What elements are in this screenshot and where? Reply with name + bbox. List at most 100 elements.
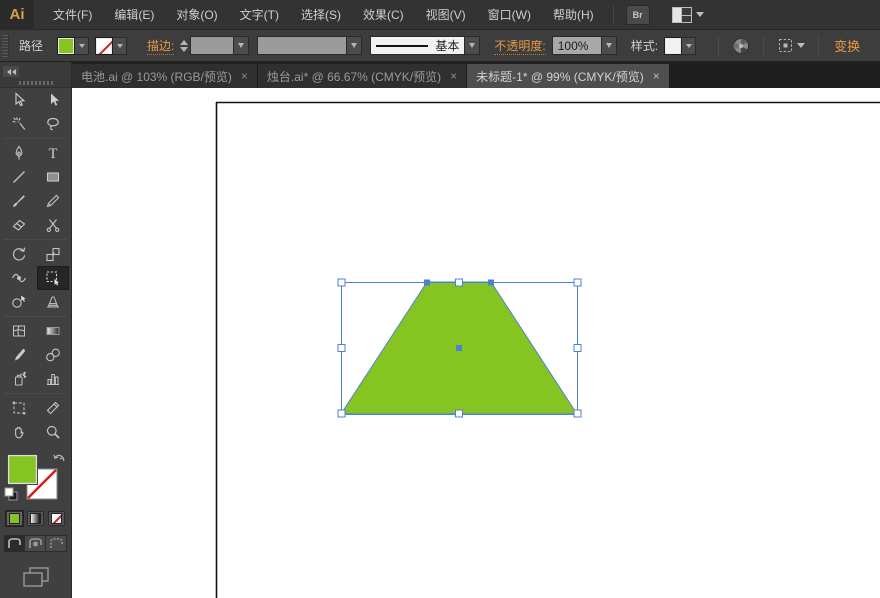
gradient-icon: [45, 323, 61, 339]
artboard-tool[interactable]: [3, 396, 35, 420]
recolor-artwork-button[interactable]: [732, 37, 750, 55]
stroke-weight-value: [191, 37, 233, 54]
control-bar: 路径 描边: 基本 不透明度: 100%: [0, 30, 880, 62]
stroke-weight-stepper[interactable]: [180, 40, 188, 52]
graphic-style-dropdown[interactable]: [682, 37, 696, 55]
stepper-up-icon[interactable]: [180, 40, 188, 45]
symbol-sprayer-tool[interactable]: [3, 367, 35, 391]
eraser-tool[interactable]: [3, 213, 35, 237]
paintbrush-tool[interactable]: [3, 189, 35, 213]
document-area: 电池.ai @ 103% (RGB/预览) × 烛台.ai* @ 66.67% …: [72, 62, 880, 598]
brush-definition-dropdown[interactable]: [346, 37, 361, 54]
menu-bar: Ai 文件(F) 编辑(E) 对象(O) 文字(T) 选择(S) 效果(C) 视…: [0, 0, 880, 30]
menu-select[interactable]: 选择(S): [290, 0, 352, 30]
gradient-button[interactable]: [27, 511, 44, 526]
canvas[interactable]: [72, 88, 880, 598]
color-button[interactable]: [6, 511, 23, 526]
stroke-color-dropdown[interactable]: [113, 37, 127, 55]
none-button[interactable]: [48, 511, 65, 526]
stroke-panel-link[interactable]: 描边:: [147, 37, 174, 55]
menu-type[interactable]: 文字(T): [229, 0, 290, 30]
fill-color-dropdown[interactable]: [75, 37, 89, 55]
menu-object[interactable]: 对象(O): [165, 0, 228, 30]
align-options-button[interactable]: [777, 37, 805, 54]
menu-view[interactable]: 视图(V): [415, 0, 477, 30]
menu-file[interactable]: 文件(F): [42, 0, 103, 30]
selection-tool[interactable]: [3, 88, 35, 112]
selection-arrow-icon: [11, 92, 27, 108]
style-label: 样式:: [631, 37, 658, 54]
stroke-none-swatch[interactable]: [95, 37, 113, 55]
mesh-tool[interactable]: [3, 319, 35, 343]
graphic-style-swatch[interactable]: [664, 37, 682, 55]
zoom-tool[interactable]: [37, 420, 69, 444]
lasso-tool[interactable]: [37, 112, 69, 136]
opacity-combo[interactable]: 100%: [552, 36, 617, 55]
draw-inside-button[interactable]: [46, 535, 67, 552]
menu-help[interactable]: 帮助(H): [542, 0, 605, 30]
fill-color-control[interactable]: [57, 36, 89, 56]
perspective-grid-tool[interactable]: [37, 290, 69, 314]
tools-panel: T: [0, 62, 72, 598]
swap-fill-stroke-icon[interactable]: [54, 455, 64, 461]
scale-tool[interactable]: [37, 242, 69, 266]
pen-tool[interactable]: [3, 141, 35, 165]
rectangle-tool[interactable]: [37, 165, 69, 189]
stroke-weight-dropdown[interactable]: [233, 37, 248, 54]
pencil-tool[interactable]: [37, 189, 69, 213]
panel-grip-icon[interactable]: [2, 35, 9, 57]
panel-drag-grip[interactable]: [19, 81, 53, 85]
menu-window[interactable]: 窗口(W): [477, 0, 542, 30]
default-fill-stroke-icon[interactable]: [5, 488, 17, 500]
document-tab-active[interactable]: 未标题-1* @ 99% (CMYK/预览) ×: [467, 64, 670, 88]
menu-edit[interactable]: 编辑(E): [103, 0, 165, 30]
slice-tool[interactable]: [37, 396, 69, 420]
direct-selection-tool[interactable]: [37, 88, 69, 112]
width-tool[interactable]: [3, 266, 35, 290]
menu-effect[interactable]: 效果(C): [352, 0, 415, 30]
eyedropper-tool[interactable]: [3, 343, 35, 367]
stroke-weight-combo[interactable]: [190, 36, 249, 55]
artboard-icon: [11, 400, 27, 416]
tab-title: 电池.ai @ 103% (RGB/预览): [81, 68, 232, 85]
opacity-dropdown[interactable]: [601, 37, 616, 54]
tools-separator: [4, 316, 67, 317]
draw-behind-button[interactable]: [25, 535, 46, 552]
free-transform-tool[interactable]: [37, 266, 69, 290]
transform-panel-link[interactable]: 变换: [834, 36, 860, 55]
column-graph-tool[interactable]: [37, 367, 69, 391]
blend-tool[interactable]: [37, 343, 69, 367]
change-screen-mode-button[interactable]: [0, 566, 71, 588]
scissors-tool[interactable]: [37, 213, 69, 237]
hand-tool[interactable]: [3, 420, 35, 444]
collapse-panel-button[interactable]: [3, 66, 19, 77]
align-icon: [777, 37, 794, 54]
document-tab[interactable]: 电池.ai @ 103% (RGB/预览) ×: [72, 64, 258, 88]
gradient-tool[interactable]: [37, 319, 69, 343]
graphic-style-control[interactable]: [664, 36, 696, 56]
object-center-point[interactable]: [456, 345, 462, 351]
close-icon[interactable]: ×: [653, 70, 660, 82]
document-tab[interactable]: 烛台.ai* @ 66.67% (CMYK/预览) ×: [258, 64, 467, 88]
workspace-switcher-button[interactable]: [672, 7, 704, 23]
app-logo: Ai: [0, 0, 34, 30]
brush-definition-combo[interactable]: [257, 36, 362, 55]
stroke-style-dropdown[interactable]: [464, 37, 479, 54]
draw-normal-button[interactable]: [4, 535, 25, 552]
rotate-tool[interactable]: [3, 242, 35, 266]
stroke-color-control[interactable]: [95, 36, 127, 56]
stepper-down-icon[interactable]: [180, 47, 188, 52]
type-tool[interactable]: T: [37, 141, 69, 165]
close-icon[interactable]: ×: [241, 70, 248, 82]
shape-builder-tool[interactable]: [3, 290, 35, 314]
magic-wand-tool[interactable]: [3, 112, 35, 136]
fill-color-swatch[interactable]: [57, 37, 75, 55]
blend-icon: [45, 347, 61, 363]
fill-swatch[interactable]: [7, 454, 38, 485]
controlbar-separator: [763, 36, 764, 56]
stroke-style-combo[interactable]: 基本: [370, 36, 480, 55]
bridge-button[interactable]: Br: [626, 5, 650, 25]
line-segment-tool[interactable]: [3, 165, 35, 189]
opacity-panel-link[interactable]: 不透明度:: [494, 37, 545, 55]
close-icon[interactable]: ×: [450, 70, 457, 82]
